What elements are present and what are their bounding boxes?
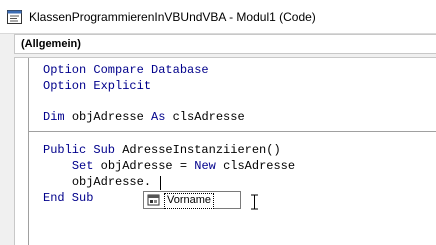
code-line[interactable]: objAdresse. — [43, 174, 151, 190]
object-dropdown-value: (Allgemein) — [21, 38, 81, 50]
property-icon — [147, 194, 160, 206]
autocomplete-list[interactable]: Vorname — [143, 191, 241, 209]
code-line[interactable]: End Sub — [43, 190, 93, 206]
window-title: KlassenProgrammierenInVBUndVBA - Modul1 … — [29, 10, 316, 24]
title-bar: KlassenProgrammierenInVBUndVBA - Modul1 … — [0, 0, 436, 34]
ibeam-cursor-icon — [251, 194, 258, 210]
code-line[interactable]: Dim objAdresse As clsAdresse — [43, 109, 245, 125]
code-line[interactable]: Option Compare Database — [43, 62, 209, 78]
autocomplete-item[interactable]: Vorname — [164, 193, 215, 209]
indicator-margin[interactable] — [15, 58, 29, 245]
object-dropdown[interactable]: (Allgemein) — [14, 34, 436, 54]
code-line[interactable]: Option Explicit — [43, 78, 151, 94]
procedure-separator — [28, 131, 436, 132]
vba-module-icon — [7, 10, 22, 24]
code-line[interactable]: Public Sub AdresseInstanziieren() — [43, 142, 281, 158]
code-editor[interactable]: Option Compare Database Option Explicit … — [14, 57, 436, 245]
code-line[interactable]: Set objAdresse = New clsAdresse — [43, 158, 295, 174]
text-caret — [160, 176, 161, 190]
